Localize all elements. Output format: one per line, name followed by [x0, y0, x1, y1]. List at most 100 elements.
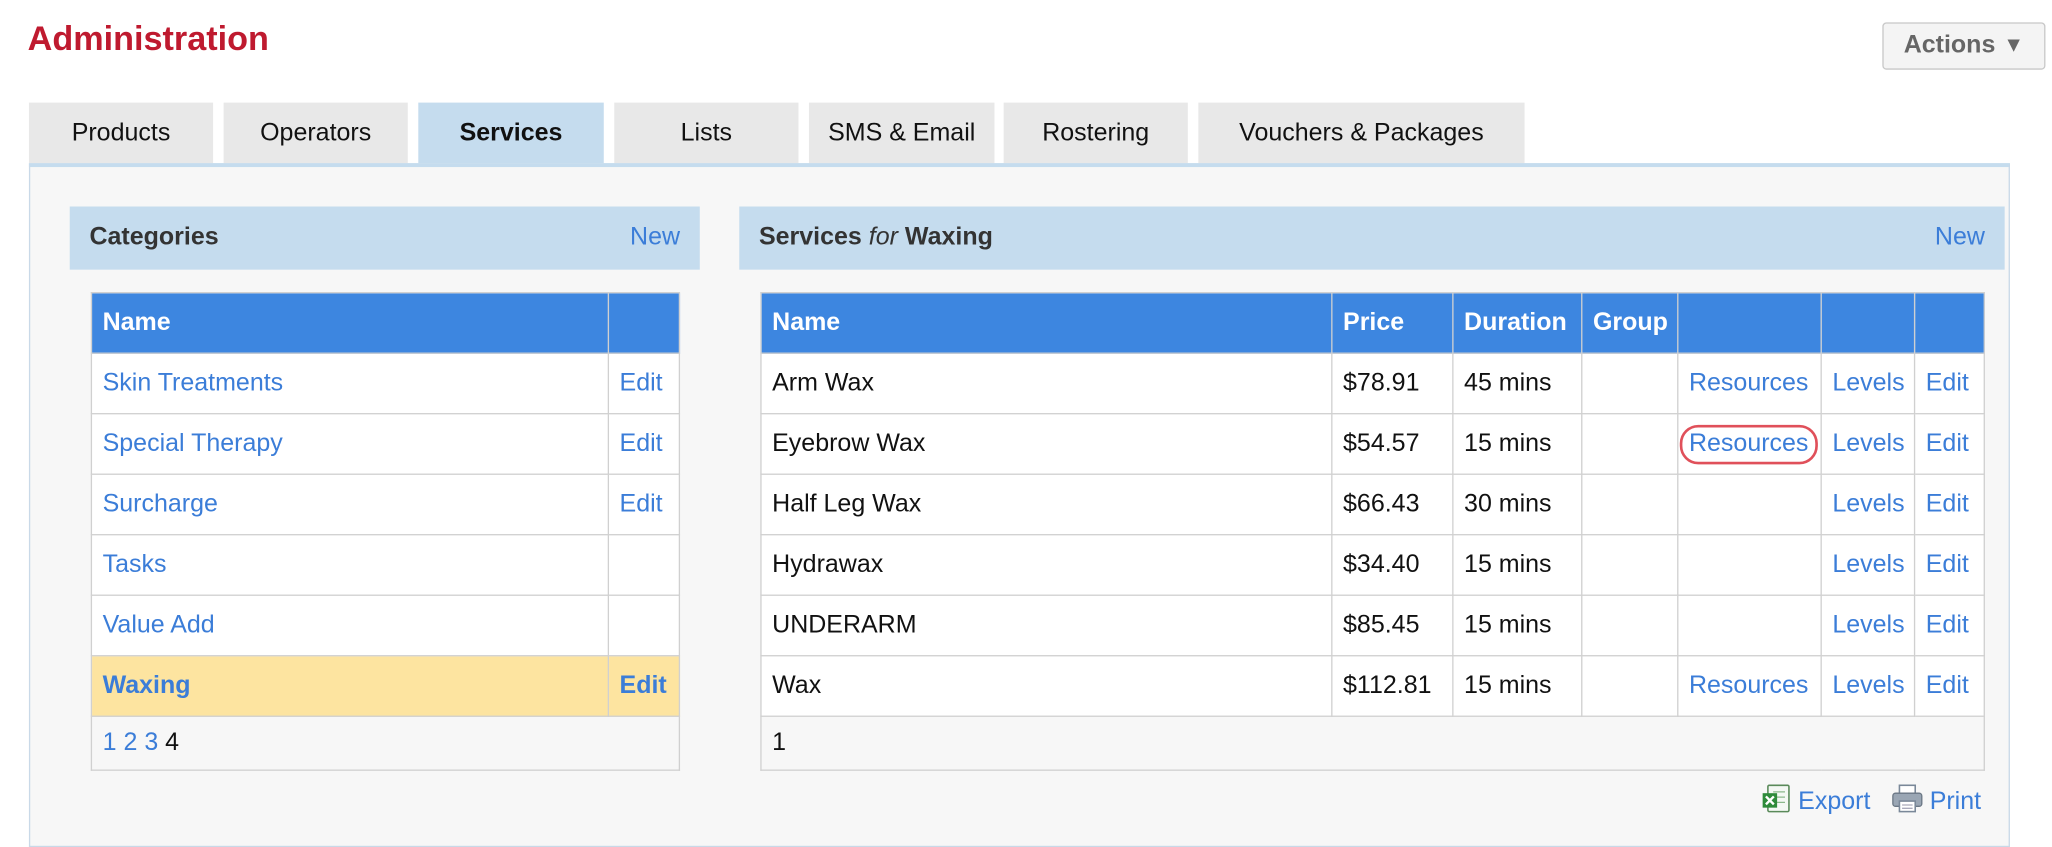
empty-cell	[1677, 594, 1822, 657]
service-duration: 15 mins	[1452, 655, 1583, 717]
table-row: Tasks	[90, 534, 681, 596]
new-category-link[interactable]: New	[630, 224, 680, 253]
edit-link[interactable]: Edit	[620, 369, 663, 397]
table-row: UNDERARM $85.45 15 mins Levels Edit	[760, 594, 1985, 657]
table-row: Arm Wax $78.91 45 mins Resources Levels …	[760, 352, 1985, 415]
category-link-waxing[interactable]: Waxing	[103, 672, 191, 700]
categories-title: Categories	[89, 223, 219, 252]
column-header-price[interactable]: Price	[1331, 292, 1454, 354]
services-title-prefix: Services	[758, 223, 862, 252]
service-name: Wax	[760, 655, 1333, 717]
services-header: Services for Waxing New	[739, 206, 2005, 270]
table-row: Hydrawax $34.40 15 mins Levels Edit	[760, 534, 1985, 596]
tab-products[interactable]: Products	[28, 102, 214, 165]
export-label: Export	[1798, 787, 1871, 816]
table-row: Half Leg Wax $66.43 30 mins Levels Edit	[760, 473, 1985, 536]
printer-icon	[1890, 783, 1924, 822]
actions-button[interactable]: Actions ▼	[1882, 22, 2046, 70]
pagination-row: 1 2 3 4	[90, 715, 681, 771]
levels-link[interactable]: Levels	[1832, 611, 1904, 639]
new-service-link[interactable]: New	[1935, 224, 1985, 253]
column-header-actions	[607, 292, 681, 354]
service-group	[1581, 534, 1679, 596]
service-price: $78.91	[1331, 352, 1454, 415]
page-title: Administration	[27, 18, 269, 58]
service-price: $66.43	[1331, 473, 1454, 536]
triangle-down-icon: ▼	[2003, 34, 2025, 57]
column-header-duration[interactable]: Duration	[1452, 292, 1583, 354]
edit-link[interactable]: Edit	[1926, 369, 1969, 397]
service-group	[1581, 413, 1679, 475]
edit-link[interactable]: Edit	[620, 429, 663, 457]
levels-link[interactable]: Levels	[1832, 550, 1904, 578]
resources-link-highlighted[interactable]: Resources	[1679, 424, 1818, 464]
tab-sms-email[interactable]: SMS & Email	[808, 102, 995, 165]
service-group	[1581, 655, 1679, 717]
column-header-edit	[1913, 292, 1985, 354]
service-price: $34.40	[1331, 534, 1454, 596]
service-duration: 45 mins	[1452, 352, 1583, 415]
edit-link[interactable]: Edit	[1926, 490, 1969, 518]
page-link-3[interactable]: 3	[144, 729, 158, 757]
pagination-row: 1	[760, 715, 1985, 771]
table-row: Skin Treatments Edit	[90, 352, 681, 415]
table-row: Value Add	[90, 594, 681, 657]
levels-link[interactable]: Levels	[1832, 429, 1904, 457]
services-title-category: Waxing	[904, 223, 993, 252]
service-group	[1581, 594, 1679, 657]
categories-header: Categories New	[69, 206, 700, 270]
column-header-levels	[1820, 292, 1916, 354]
edit-link[interactable]: Edit	[1926, 672, 1969, 700]
service-group	[1581, 473, 1679, 536]
category-link-value-add[interactable]: Value Add	[103, 611, 215, 639]
export-button[interactable]: Export	[1761, 783, 1870, 822]
category-link-tasks[interactable]: Tasks	[103, 550, 167, 578]
page-link-1[interactable]: 1	[103, 729, 117, 757]
category-link-surcharge[interactable]: Surcharge	[103, 490, 218, 518]
tab-lists[interactable]: Lists	[614, 102, 799, 165]
page-link-2[interactable]: 2	[123, 729, 137, 757]
levels-link[interactable]: Levels	[1832, 369, 1904, 397]
table-row-selected: Waxing Edit	[90, 655, 681, 717]
column-header-group[interactable]: Group	[1581, 292, 1679, 354]
print-button[interactable]: Print	[1890, 783, 1981, 822]
categories-table: Name Skin Treatments Edit Special Therap…	[90, 292, 681, 771]
service-name: Arm Wax	[760, 352, 1333, 415]
tab-services[interactable]: Services	[418, 102, 604, 165]
service-name: Eyebrow Wax	[760, 413, 1333, 475]
category-link-skin-treatments[interactable]: Skin Treatments	[103, 369, 284, 397]
tab-rostering[interactable]: Rostering	[1003, 102, 1188, 165]
category-link-special-therapy[interactable]: Special Therapy	[103, 429, 283, 457]
service-name: Half Leg Wax	[760, 473, 1333, 536]
service-name: UNDERARM	[760, 594, 1333, 657]
service-group	[1581, 352, 1679, 415]
column-header-resources	[1677, 292, 1822, 354]
resources-link[interactable]: Resources	[1689, 369, 1808, 397]
service-duration: 15 mins	[1452, 413, 1583, 475]
edit-link[interactable]: Edit	[1926, 550, 1969, 578]
service-name: Hydrawax	[760, 534, 1333, 596]
empty-cell	[607, 594, 681, 657]
column-header-name[interactable]: Name	[760, 292, 1333, 354]
edit-link[interactable]: Edit	[620, 672, 667, 700]
edit-link[interactable]: Edit	[1926, 429, 1969, 457]
service-price: $85.45	[1331, 594, 1454, 657]
levels-link[interactable]: Levels	[1832, 490, 1904, 518]
print-label: Print	[1929, 787, 1982, 816]
table-row: Surcharge Edit	[90, 473, 681, 536]
services-table: Name Price Duration Group Arm Wax $78.91…	[760, 292, 1985, 771]
resources-link[interactable]: Resources	[1689, 672, 1808, 700]
table-row: Special Therapy Edit	[90, 413, 681, 475]
column-header-name[interactable]: Name	[90, 292, 610, 354]
actions-label: Actions	[1903, 31, 1996, 60]
tab-operators[interactable]: Operators	[223, 102, 408, 165]
service-duration: 15 mins	[1452, 534, 1583, 596]
edit-link[interactable]: Edit	[1926, 611, 1969, 639]
tab-vouchers-packages[interactable]: Vouchers & Packages	[1198, 102, 1525, 165]
table-row: Wax $112.81 15 mins Resources Levels Edi…	[760, 655, 1985, 717]
levels-link[interactable]: Levels	[1832, 672, 1904, 700]
empty-cell	[1677, 473, 1822, 536]
excel-export-icon	[1761, 783, 1793, 822]
edit-link[interactable]: Edit	[620, 490, 663, 518]
services-title-for: for	[868, 223, 898, 252]
